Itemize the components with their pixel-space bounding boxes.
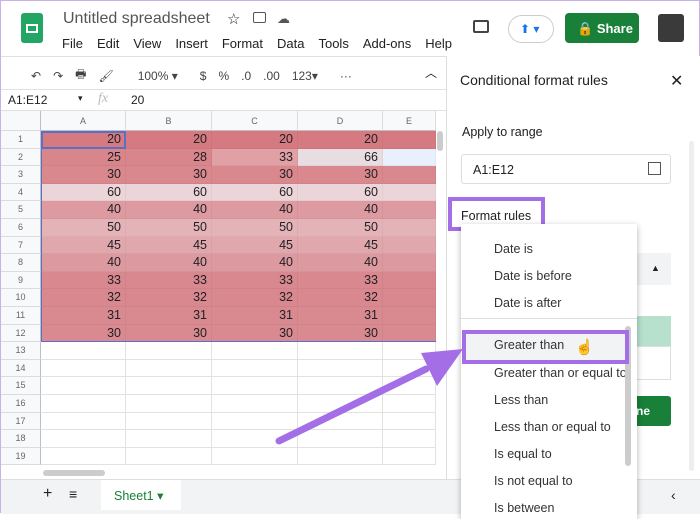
annotation-arrow <box>275 349 463 445</box>
